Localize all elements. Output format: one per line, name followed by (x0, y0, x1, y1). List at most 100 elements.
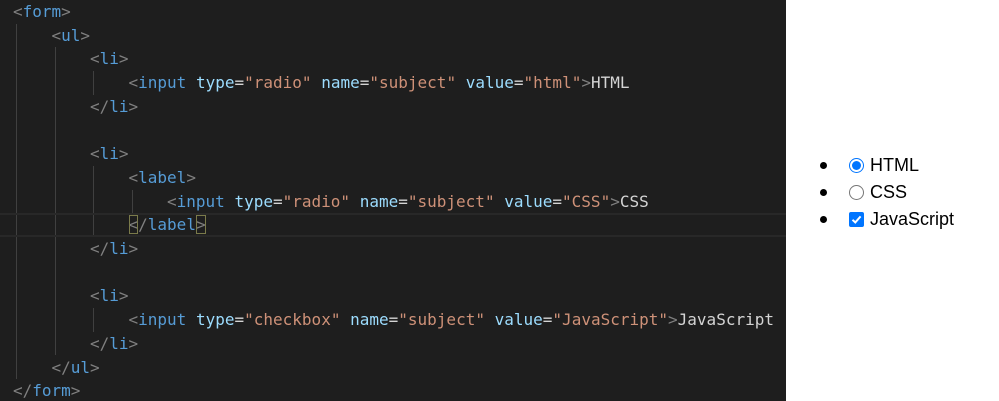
code-token: type (195, 310, 235, 330)
code-token: "subject" (398, 310, 485, 330)
code-token: "subject" (369, 73, 457, 93)
code-line: </li> (0, 95, 786, 119)
code-line: </ul> (0, 356, 786, 380)
css-label: CSS (870, 182, 908, 202)
code-token: "radio" (244, 73, 312, 93)
code-line: <li> (0, 142, 786, 166)
code-token: ul (61, 25, 81, 45)
code-token: li (109, 239, 129, 258)
code-line: <ul> (0, 24, 786, 48)
code-token: "radio" (282, 191, 351, 211)
code-token: < (128, 73, 139, 93)
code-token: > (195, 215, 206, 235)
code-token: "CSS" (562, 191, 611, 211)
code-line: </form> (0, 379, 786, 401)
code-token: li (109, 333, 129, 353)
code-token: input (138, 310, 187, 330)
code-token: "html" (523, 73, 582, 93)
code-token: < (90, 144, 100, 164)
code-token: = (552, 191, 563, 211)
code-token: "JavaScript" (552, 310, 669, 330)
code-token: form (22, 2, 62, 21)
code-token: CSS (619, 191, 649, 211)
code-token: > (61, 2, 71, 21)
code-line: </li> (0, 332, 786, 356)
code-token: > (118, 144, 129, 164)
html-label: HTML (870, 155, 919, 175)
code-token: li (99, 49, 119, 69)
code-line: <input type="checkbox" name="subject" va… (0, 308, 786, 332)
code-line: </label> (0, 213, 786, 237)
code-token: </ (90, 96, 110, 116)
list-item-html: HTML (820, 152, 954, 179)
code-token: = (272, 191, 283, 211)
code-token: form (32, 381, 71, 401)
code-editor[interactable]: <form> <ul> <li> <input type="radio" name="… (0, 0, 786, 401)
code-token: type (195, 73, 235, 93)
code-token: < (128, 167, 139, 187)
code-token: > (128, 333, 139, 353)
code-token: > (80, 25, 91, 45)
code-token: > (581, 73, 591, 93)
html-radio[interactable] (849, 158, 864, 173)
bullet-icon (820, 189, 827, 196)
code-token: </ (13, 381, 33, 401)
code-token: label (138, 167, 187, 187)
code-token: li (109, 96, 129, 116)
code-token: "checkbox" (244, 310, 341, 330)
code-token: < (13, 2, 23, 21)
list-item-css: CSS (820, 179, 954, 206)
javascript-label: JavaScript (870, 209, 955, 229)
subject-list: HTML CSS JavaScript (820, 152, 954, 233)
code-token: = (359, 73, 370, 93)
code-line: <label> (0, 166, 786, 190)
code-token: = (234, 73, 245, 93)
code-token: value (494, 310, 543, 330)
code-token: label (147, 215, 196, 235)
code-token: > (128, 239, 139, 258)
code-token: > (186, 167, 196, 187)
checkmark-icon (851, 215, 862, 224)
code-line: <form> (0, 0, 786, 24)
code-token: > (118, 49, 129, 69)
css-radio[interactable] (849, 185, 864, 200)
code-token: name (321, 73, 360, 93)
list-item-javascript: JavaScript (820, 206, 954, 233)
code-token: "subject" (407, 191, 495, 211)
code-token: name (350, 310, 389, 330)
code-token: / (138, 215, 148, 235)
code-token: name (359, 191, 399, 211)
code-token: </ (90, 333, 110, 353)
code-line: <li> (0, 284, 786, 308)
code-token: ul (70, 357, 91, 377)
code-token: > (668, 310, 678, 330)
code-token: JavaScript (677, 310, 774, 330)
code-token: < (90, 49, 100, 69)
code-token: < (51, 25, 62, 45)
code-token: < (128, 310, 139, 330)
javascript-checkbox[interactable] (849, 212, 864, 227)
code-token: </ (51, 357, 71, 377)
code-token: li (99, 144, 119, 164)
code-token: </ (90, 239, 110, 258)
code-token: = (398, 191, 408, 211)
code-line: </li> (0, 237, 786, 261)
code-token: = (542, 310, 553, 330)
code-line: <input type="radio" name="subject" value… (0, 71, 786, 95)
code-token: = (234, 310, 245, 330)
code-token: = (388, 310, 399, 330)
code-token: input (176, 191, 225, 211)
code-token: type (234, 191, 273, 211)
bullet-icon (820, 216, 827, 223)
code-token: < (90, 286, 100, 306)
